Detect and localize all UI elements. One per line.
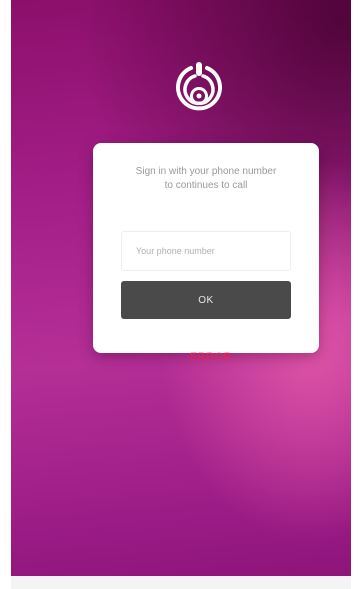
login-card: Sign in with your phone number to contin… (93, 143, 319, 353)
login-message-line-2: to continues to call (164, 180, 248, 191)
error-message: ERROR (189, 351, 233, 363)
app-logo-icon (174, 62, 224, 130)
bottom-bar (11, 576, 351, 589)
login-message: Sign in with your phone number to contin… (103, 165, 309, 193)
app-screen: Sign in with your phone number to contin… (11, 0, 351, 589)
phone-number-input[interactable] (121, 231, 291, 271)
ok-button[interactable]: OK (121, 281, 291, 319)
login-message-line-1: Sign in with your phone number (135, 166, 277, 177)
